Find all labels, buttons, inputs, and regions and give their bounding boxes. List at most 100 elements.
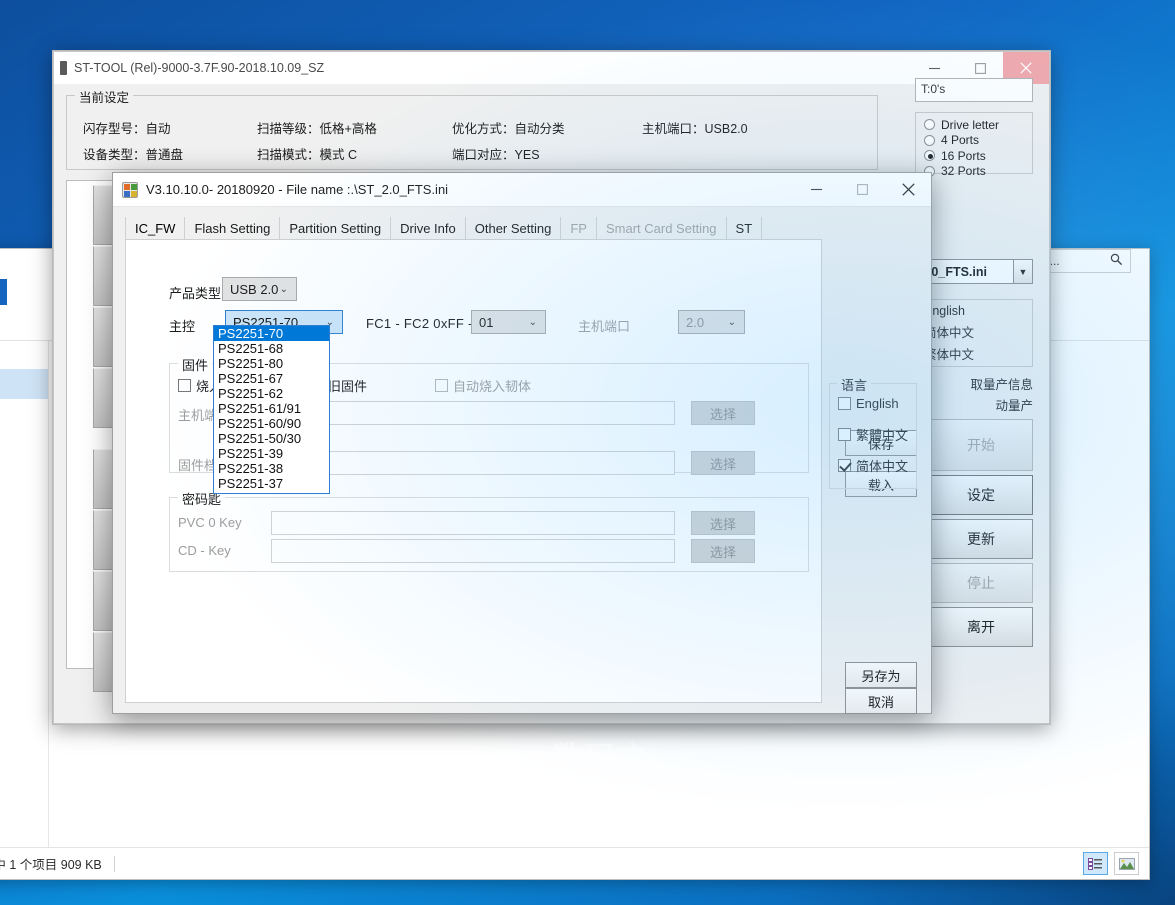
dropdown-option-5[interactable]: PS2251-61/91 [214, 401, 329, 416]
firmware-group-legend: 固件 [178, 355, 212, 374]
stop-button[interactable]: 停止 [929, 563, 1033, 603]
ini-file-combo[interactable]: 2.0_FTS.ini ▼ [915, 259, 1033, 284]
update-button[interactable]: 更新 [929, 519, 1033, 559]
explorer-tab-file[interactable]: 文件 [0, 279, 7, 305]
pvc0-key-select-button[interactable]: 选择 [691, 511, 755, 535]
fc-value-combo[interactable]: 01 ⌄ [471, 310, 546, 334]
start-button[interactable]: 开始 [929, 419, 1033, 471]
st-tool-title-bar: ST-TOOL (Rel)-9000-3.7F.90-2018.10.09_SZ [53, 51, 1050, 84]
setting-scan-level: 扫描等级：低格+高格 [257, 118, 377, 137]
nav-selected-item[interactable] [0, 369, 48, 399]
dialog-title: V3.10.10.0- 20180920 - File name :.\ST_2… [146, 182, 448, 197]
details-view-button[interactable] [1083, 852, 1108, 875]
pvc0-key-input[interactable] [271, 511, 675, 535]
setting-scan-mode: 扫描模式：模式 C [257, 144, 357, 163]
label-fc1-fc2: FC1 - FC2 0xFF - [366, 316, 473, 331]
label-product-type: 产品类型 [169, 283, 221, 302]
setting-port-mapping: 端口对应：YES [452, 144, 540, 163]
product-type-value: USB 2.0 [230, 282, 278, 297]
cancel-button[interactable]: 取消 [845, 688, 917, 714]
chevron-down-icon: ⌄ [280, 284, 288, 295]
large-icons-view-button[interactable] [1114, 852, 1139, 875]
dropdown-option-6[interactable]: PS2251-60/90 [214, 416, 329, 431]
dialog-window-buttons [793, 173, 931, 206]
explorer-status-bar: 15 个项目 选中 1 个项目 909 KB [0, 847, 1149, 879]
dropdown-option-9[interactable]: PS2251-38 [214, 461, 329, 476]
cd-key-select-button[interactable]: 选择 [691, 539, 755, 563]
timer-field: T:0's [915, 78, 1033, 102]
firmware-host-port-select-button[interactable]: 选择 [691, 401, 755, 425]
dropdown-option-10[interactable]: PS2251-37 [214, 476, 329, 491]
dropdown-option-11[interactable]: PS2251-33 [214, 491, 329, 494]
dropdown-option-7[interactable]: PS2251-50/30 [214, 431, 329, 446]
dropdown-option-3[interactable]: PS2251-67 [214, 371, 329, 386]
checkbox-icon [435, 379, 448, 392]
tab-smart-card-setting[interactable]: Smart Card Setting [596, 217, 727, 240]
exit-button[interactable]: 离开 [929, 607, 1033, 647]
desktop: 7F_90_SZ_... 文件 ⌄ ? ⟵ 15 个项目 [0, 0, 1175, 905]
explorer-nav-pane [0, 341, 49, 847]
dropdown-option-2[interactable]: PS2251-80 [214, 356, 329, 371]
dialog-minimize-button[interactable] [793, 173, 839, 206]
save-as-button[interactable]: 另存为 [845, 662, 917, 688]
dialog-language-legend: 语言 [837, 375, 871, 394]
radio-4-ports[interactable]: 4 Ports [916, 133, 1032, 149]
label-host-port: 主机端口 [578, 316, 630, 335]
tab-fp[interactable]: FP [560, 217, 597, 240]
dropdown-option-4[interactable]: PS2251-62 [214, 386, 329, 401]
dropdown-option-0[interactable]: PS2251-70 [214, 326, 329, 341]
tab-partition-setting[interactable]: Partition Setting [279, 217, 391, 240]
chevron-down-icon: ⌄ [529, 317, 537, 328]
firmware-host-port-input[interactable] [271, 401, 675, 425]
radio-16-ports[interactable]: 16 Ports [916, 148, 1032, 164]
tab-other-setting[interactable]: Other Setting [465, 217, 562, 240]
label-cd-key: CD - Key [178, 543, 231, 558]
checkbox-icon [178, 379, 191, 392]
host-port-combo[interactable]: 2.0 ⌄ [678, 310, 745, 334]
radio-drive-letter[interactable]: Drive letter [916, 117, 1032, 133]
firmware-file-input[interactable] [271, 451, 675, 475]
host-port-value: 2.0 [686, 315, 704, 330]
dialog-language-group: 语言 English 繁體中文 简体中文 [829, 383, 917, 489]
lang-option-traditional-chinese[interactable]: 繁體中文 [830, 419, 916, 450]
dropdown-option-8[interactable]: PS2251-39 [214, 446, 329, 461]
tab-st[interactable]: ST [726, 217, 763, 240]
st-lang-traditional[interactable]: 繁体中文 [916, 344, 1032, 366]
st-tool-title: ST-TOOL (Rel)-9000-3.7F.90-2018.10.09_SZ [54, 61, 324, 75]
tab-flash-setting[interactable]: Flash Setting [184, 217, 280, 240]
key-group: 密码匙 PVC 0 Key 选择 CD - Key 选择 [169, 497, 809, 572]
magnifier-icon[interactable] [1105, 253, 1123, 269]
chevron-down-icon[interactable]: ▼ [1013, 260, 1032, 283]
firmware-file-select-button[interactable]: 选择 [691, 451, 755, 475]
controller-dropdown-list[interactable]: PS2251-70 PS2251-68 PS2251-80 PS2251-67 … [213, 325, 330, 494]
dialog-tab-strip: IC_FW Flash Setting Partition Setting Dr… [125, 216, 919, 240]
dialog-maximize-button[interactable] [839, 173, 885, 206]
dropdown-option-1[interactable]: PS2251-68 [214, 341, 329, 356]
setting-host-port: 主机端口：USB2.0 [642, 118, 748, 137]
st-lang-english[interactable]: English [916, 300, 1032, 322]
cd-key-input[interactable] [271, 539, 675, 563]
checkbox-auto-burn-firmware[interactable]: 自动烧入韧体 [435, 376, 531, 395]
app-blocks-icon [122, 182, 138, 198]
status-selection: 选中 1 个项目 909 KB [0, 854, 102, 873]
radio-32-ports[interactable]: 32 Ports [916, 164, 1032, 180]
checkbox-icon [838, 397, 851, 410]
checkbox-icon-checked [838, 459, 851, 472]
link-auto-production[interactable]: 动量产 [995, 395, 1033, 414]
link-fetch-production-info[interactable]: 取量产信息 [970, 374, 1033, 393]
setting-optimize-mode: 优化方式：自动分类 [452, 118, 565, 137]
settings-button[interactable]: 设定 [929, 475, 1033, 515]
dialog-close-button[interactable] [885, 173, 931, 206]
st-lang-simplified[interactable]: 简体中文 [916, 322, 1032, 344]
product-type-combo[interactable]: USB 2.0 ⌄ [222, 277, 297, 301]
setting-flash-model: 闪存型号：自动 [83, 118, 171, 137]
chevron-down-icon: ⌄ [728, 317, 736, 328]
radio-icon [924, 119, 935, 130]
lang-option-simplified-chinese[interactable]: 简体中文 [830, 450, 916, 481]
tab-strip-end [761, 217, 762, 240]
st-language-group: English 简体中文 繁体中文 [915, 299, 1033, 367]
status-divider-2 [114, 856, 115, 872]
setting-device-type: 设备类型：普通盘 [83, 144, 183, 163]
tab-drive-info[interactable]: Drive Info [390, 217, 466, 240]
tab-ic-fw[interactable]: IC_FW [125, 217, 185, 240]
